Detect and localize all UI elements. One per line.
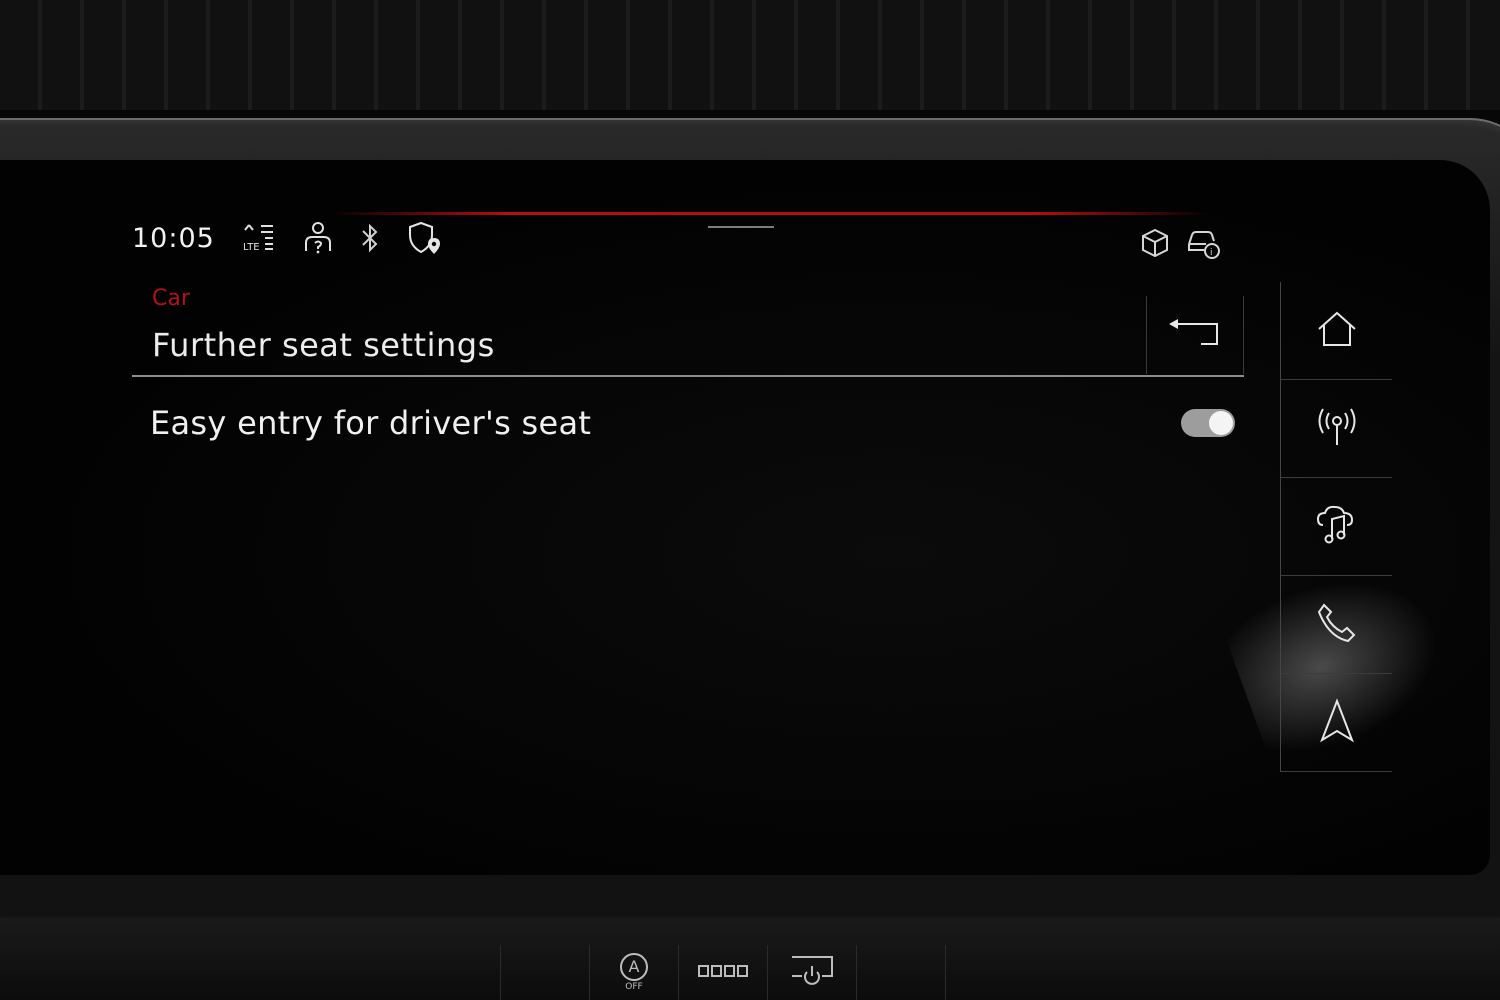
nav-navigation[interactable] xyxy=(1280,674,1392,772)
back-arrow-icon xyxy=(1167,316,1223,354)
console-blank-3[interactable] xyxy=(945,945,1034,1000)
phone-icon xyxy=(1315,601,1359,649)
off-label: OFF xyxy=(625,982,643,992)
title-divider xyxy=(132,375,1244,377)
user-profile-icon xyxy=(303,221,333,255)
media-icon xyxy=(1315,503,1359,551)
radio-icon xyxy=(1315,405,1359,453)
page-title: Further seat settings xyxy=(152,326,495,364)
infotainment-screen xyxy=(0,160,1490,875)
nav-radio[interactable] xyxy=(1280,380,1392,478)
home-icon xyxy=(1315,309,1359,353)
auto-start-stop-icon: A OFF xyxy=(620,953,648,992)
console-buttons: A OFF xyxy=(500,945,1300,1000)
svg-text:LTE: LTE xyxy=(243,242,260,253)
back-button[interactable] xyxy=(1146,296,1244,374)
status-right-icons: i xyxy=(1140,226,1222,264)
console-blank-1[interactable] xyxy=(500,945,589,1000)
setting-row-easy-entry[interactable]: Easy entry for driver's seat xyxy=(150,395,1235,451)
parking-sensor-button[interactable] xyxy=(678,945,767,1000)
power-button[interactable] xyxy=(767,945,856,1000)
easy-entry-toggle[interactable] xyxy=(1181,409,1235,437)
lte-signal-icon: LTE xyxy=(241,222,277,254)
status-bar: 10:05 LTE xyxy=(132,218,443,258)
bluetooth-icon xyxy=(359,222,381,254)
nav-phone[interactable] xyxy=(1280,576,1392,674)
toggle-knob xyxy=(1209,411,1233,435)
pull-down-handle[interactable] xyxy=(708,226,774,228)
auto-start-stop-button[interactable]: A OFF xyxy=(589,945,678,1000)
package-box-icon[interactable] xyxy=(1140,227,1170,263)
car-info-icon[interactable]: i xyxy=(1186,226,1222,264)
status-accent-line xyxy=(330,212,1210,215)
power-icon xyxy=(789,954,835,992)
nav-media[interactable] xyxy=(1280,478,1392,576)
air-vent-top xyxy=(0,0,1500,110)
nav-home[interactable] xyxy=(1280,282,1392,380)
navigation-icon xyxy=(1317,697,1357,748)
nav-rail xyxy=(1280,282,1392,772)
setting-label: Easy entry for driver's seat xyxy=(150,404,592,442)
auto-label: A xyxy=(620,953,648,981)
location-shield-icon xyxy=(407,220,443,256)
clock: 10:05 xyxy=(132,222,215,254)
parking-sensor-icon xyxy=(697,963,749,983)
console-blank-2[interactable] xyxy=(856,945,945,1000)
breadcrumb[interactable]: Car xyxy=(152,286,190,311)
svg-text:i: i xyxy=(1210,248,1213,258)
